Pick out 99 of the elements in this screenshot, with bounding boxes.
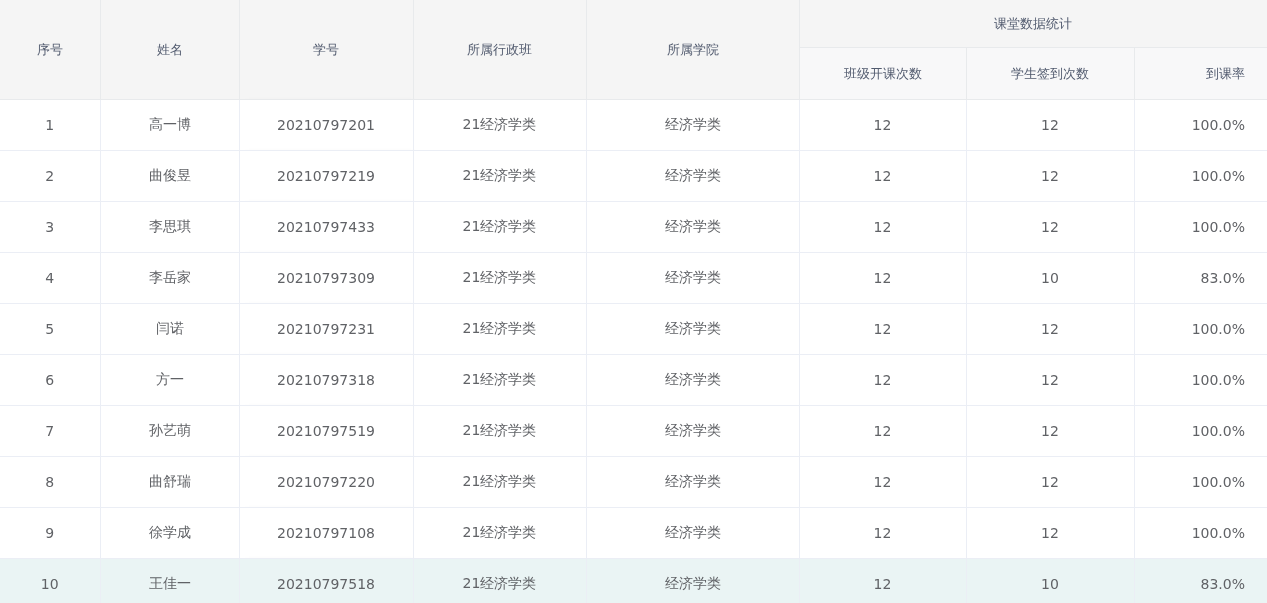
table-cell: 12 [799,456,966,508]
table-cell: 100.0% [1134,99,1267,151]
table-cell: 经济学类 [586,558,799,603]
table-cell: 9 [0,507,100,559]
table-cell: 经济学类 [586,405,799,457]
table-cell: 12 [966,99,1134,151]
table-row[interactable]: 2 曲俊昱 20210797219 21经济学类 经济学类 12 12 100.0% [0,150,1267,202]
table-cell: 21经济学类 [413,558,586,603]
table-cell: 20210797309 [239,252,413,304]
table-cell: 李岳家 [100,252,239,304]
table-cell: 曲俊昱 [100,150,239,202]
table-cell: 100.0% [1134,303,1267,355]
column-header: 班级开课次数 [799,47,966,100]
table-cell: 100.0% [1134,150,1267,202]
table-cell: 经济学类 [586,252,799,304]
table-cell: 经济学类 [586,201,799,253]
table-cell: 21经济学类 [413,252,586,304]
table-cell: 8 [0,456,100,508]
table-cell: 12 [799,405,966,457]
table-cell: 王佳一 [100,558,239,603]
table-cell: 100.0% [1134,456,1267,508]
table-cell: 2 [0,150,100,202]
table-cell: 12 [966,507,1134,559]
table-cell: 21经济学类 [413,201,586,253]
table-cell: 经济学类 [586,303,799,355]
table-cell: 12 [966,354,1134,406]
column-header: 到课率 [1134,47,1267,100]
table-cell: 100.0% [1134,405,1267,457]
table-cell: 12 [966,405,1134,457]
table-row[interactable]: 4 李岳家 20210797309 21经济学类 经济学类 12 10 83.0% [0,252,1267,304]
column-header: 所属学院 [586,0,799,100]
table-cell: 李思琪 [100,201,239,253]
table-row[interactable]: 5 闫诺 20210797231 21经济学类 经济学类 12 12 100.0% [0,303,1267,355]
table-cell: 20210797219 [239,150,413,202]
table-cell: 曲舒瑞 [100,456,239,508]
column-header: 序号 [0,0,100,100]
table-cell: 经济学类 [586,354,799,406]
table-cell: 21经济学类 [413,405,586,457]
table-cell: 12 [799,303,966,355]
table-cell: 21经济学类 [413,456,586,508]
table-cell: 12 [799,558,966,603]
table-cell: 3 [0,201,100,253]
table-cell: 20210797108 [239,507,413,559]
table-cell: 21经济学类 [413,150,586,202]
table-cell: 20210797433 [239,201,413,253]
table-row[interactable]: 7 孙艺萌 20210797519 21经济学类 经济学类 12 12 100.0% [0,405,1267,457]
table-cell: 经济学类 [586,456,799,508]
group-header: 课堂数据统计 [799,0,1267,48]
table-cell: 经济学类 [586,99,799,151]
table-cell: 高一博 [100,99,239,151]
table-cell: 12 [799,99,966,151]
table-cell: 孙艺萌 [100,405,239,457]
table-cell: 12 [966,456,1134,508]
table-cell: 12 [799,507,966,559]
table-cell: 6 [0,354,100,406]
table-cell: 21经济学类 [413,354,586,406]
table-cell: 经济学类 [586,150,799,202]
table-cell: 20210797231 [239,303,413,355]
table-cell: 方一 [100,354,239,406]
table-cell: 闫诺 [100,303,239,355]
table-cell: 20210797201 [239,99,413,151]
table-cell: 100.0% [1134,201,1267,253]
table-cell: 20210797318 [239,354,413,406]
column-header: 学生签到次数 [966,47,1134,100]
table-cell: 20210797220 [239,456,413,508]
table-cell: 4 [0,252,100,304]
table-cell: 20210797519 [239,405,413,457]
table-row[interactable]: 10 王佳一 20210797518 21经济学类 经济学类 12 10 83.0% [0,558,1267,603]
table-cell: 12 [966,150,1134,202]
table-cell: 7 [0,405,100,457]
table-cell: 20210797518 [239,558,413,603]
table-cell: 经济学类 [586,507,799,559]
table-cell: 5 [0,303,100,355]
table-row[interactable]: 8 曲舒瑞 20210797220 21经济学类 经济学类 12 12 100.0% [0,456,1267,508]
table-cell: 83.0% [1134,252,1267,304]
column-header: 学号 [239,0,413,100]
table-cell: 12 [799,354,966,406]
table-cell: 10 [966,252,1134,304]
table-cell: 21经济学类 [413,507,586,559]
table-cell: 100.0% [1134,507,1267,559]
table-cell: 10 [0,558,100,603]
table-row[interactable]: 3 李思琪 20210797433 21经济学类 经济学类 12 12 100.0% [0,201,1267,253]
table-cell: 12 [966,303,1134,355]
table-cell: 10 [966,558,1134,603]
table-cell: 21经济学类 [413,303,586,355]
table-cell: 徐学成 [100,507,239,559]
table-cell: 21经济学类 [413,99,586,151]
table-cell: 83.0% [1134,558,1267,603]
table-cell: 100.0% [1134,354,1267,406]
column-header: 所属行政班 [413,0,586,100]
table-row[interactable]: 1 高一博 20210797201 21经济学类 经济学类 12 12 100.0% [0,99,1267,151]
table-row[interactable]: 6 方一 20210797318 21经济学类 经济学类 12 12 100.0% [0,354,1267,406]
table-row[interactable]: 9 徐学成 20210797108 21经济学类 经济学类 12 12 100.0% [0,507,1267,559]
table-cell: 12 [799,252,966,304]
table-cell: 12 [799,201,966,253]
table-cell: 1 [0,99,100,151]
column-header: 姓名 [100,0,239,100]
table-cell: 12 [799,150,966,202]
table-cell: 12 [966,201,1134,253]
